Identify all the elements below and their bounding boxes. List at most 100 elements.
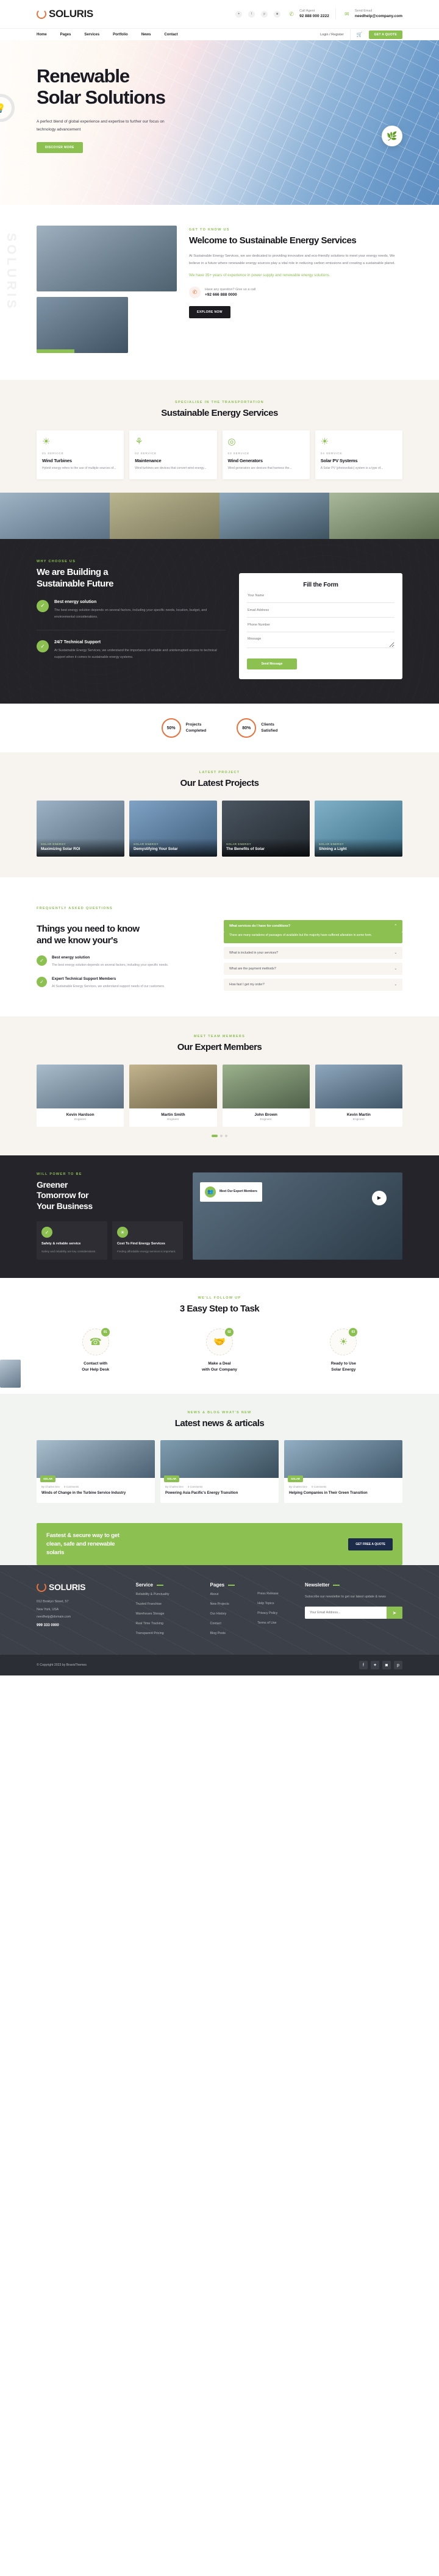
news-card[interactable]: SOLAR By Charles Dev 0 Comments Winds of… — [37, 1440, 155, 1504]
twitter-icon[interactable]: ✦ — [371, 1661, 379, 1670]
explore-now-button[interactable]: EXPLORE NOW — [189, 306, 230, 319]
instagram-icon[interactable]: ◙ — [382, 1661, 391, 1670]
member-name: John Brown — [254, 1112, 277, 1117]
footer-link[interactable]: Help Topics — [257, 1602, 294, 1607]
dot[interactable] — [225, 1134, 227, 1137]
nav-item-portfolio[interactable]: Portfolio — [113, 33, 128, 37]
footer-link[interactable]: Transparent Pricing — [136, 1632, 199, 1636]
login-register-link[interactable]: Login / Register — [320, 33, 344, 37]
meet-experts-badge[interactable]: 👥 Meet Our Expert Members — [200, 1182, 262, 1202]
project-card[interactable]: SOLAR ENERGY The Benefits of Solar — [222, 801, 310, 857]
email-input[interactable] — [247, 604, 394, 618]
nav-item-contact[interactable]: Contact — [164, 33, 177, 37]
nav-item-home[interactable]: Home — [37, 33, 47, 37]
footer-link[interactable]: Trusted Franchise — [136, 1602, 199, 1607]
name-input[interactable] — [247, 589, 394, 604]
news-card[interactable]: SOLAR By Charles Dev 0 Comments Powering… — [160, 1440, 279, 1504]
about-call-row[interactable]: ✆ Have any question? Give us a call +92 … — [189, 287, 402, 299]
team-member-card[interactable]: Martin Smith Engineer — [129, 1064, 217, 1127]
green-feature-card[interactable]: ☀ Cost To Find Energy Services Finding a… — [112, 1221, 183, 1260]
sun-icon: ☀ — [117, 1227, 128, 1238]
footer-link[interactable]: Press Release — [257, 1592, 294, 1597]
footer-email[interactable]: needhelp@domain.com — [37, 1613, 125, 1621]
vertical-brand-text: SOLURIS — [4, 233, 18, 312]
check-icon: ✓ — [37, 640, 49, 653]
team-member-card[interactable]: John Brown Engineer — [222, 1064, 310, 1127]
newsletter-email-input[interactable] — [305, 1607, 387, 1619]
play-icon[interactable]: ▶ — [372, 1190, 387, 1205]
step-line2: Solar Energy — [331, 1367, 356, 1372]
footer-link[interactable]: About — [210, 1593, 247, 1597]
chevron-down-icon: ⌄ — [394, 967, 397, 971]
cart-icon[interactable]: 🛒 — [357, 32, 363, 37]
wind-turbine-icon: ⚘ — [135, 436, 143, 447]
green-feature-card[interactable]: ✓ Safety & reliable service Safety and r… — [37, 1221, 107, 1260]
send-email-value: needhelp@company.com — [354, 14, 402, 19]
footer-link[interactable]: Reliability & Punctuality — [136, 1593, 199, 1597]
nav-item-news[interactable]: News — [141, 33, 151, 37]
envelope-icon: ✉ — [344, 10, 349, 17]
twitter-icon[interactable]: ✦ — [235, 10, 243, 18]
faq-highlight: ✓ Expert Technical Support Members At Su… — [37, 976, 210, 990]
footer-link[interactable]: Warehoues Storage — [136, 1612, 199, 1617]
project-title: Shining a Light — [319, 846, 347, 851]
service-text: Wind turbines are devices that convert w… — [135, 466, 207, 470]
service-text: Wind generators are devices that harness… — [227, 466, 292, 470]
phone-input[interactable] — [247, 618, 394, 633]
accent-bar — [37, 349, 74, 353]
footer-newsletter-heading: Newsletter — [305, 1582, 330, 1588]
about-title: Welcome to Sustainable Energy Services — [189, 235, 357, 246]
site-logo[interactable]: SOLURIS — [37, 8, 93, 20]
footer-phone[interactable]: 999 333 0000 — [37, 1624, 125, 1627]
faq-question-text: What is included in your services? — [229, 951, 279, 955]
footer-link[interactable]: Privacy Policy — [257, 1611, 294, 1616]
footer-link[interactable]: Real Time Tracking — [136, 1622, 199, 1627]
dot[interactable] — [220, 1134, 223, 1137]
check-icon: ✓ — [37, 599, 49, 612]
service-card[interactable]: ◎ 03 SERVICE Wind Generators Wind genera… — [222, 430, 310, 480]
send-icon[interactable]: ➤ — [387, 1607, 403, 1619]
news-card[interactable]: SOLAR By Charles Dev 0 Comments Helping … — [284, 1440, 402, 1504]
service-card[interactable]: ☀ 04 SERVICE Solar PV Systems A Solar PV… — [315, 430, 402, 480]
faq-question[interactable]: What are the payment methods? ⌄ — [224, 963, 402, 975]
discover-more-button[interactable]: DISCOVER MORE — [37, 142, 83, 154]
footer-link[interactable]: New Projects — [210, 1602, 247, 1607]
project-card[interactable]: SOLAR ENERGY Demystifying Your Solar — [129, 801, 217, 857]
nav-item-services[interactable]: Services — [84, 33, 99, 37]
call-agent-number: 92 888 000 2222 — [299, 14, 329, 19]
faq-question[interactable]: What services do I have for conditions? … — [224, 920, 402, 932]
project-card[interactable]: SOLAR ENERGY Maximizing Solar ROI — [37, 801, 124, 857]
pinterest-icon[interactable]: p — [261, 10, 268, 18]
facebook-icon[interactable]: f — [248, 10, 255, 18]
news-pill: SOLAR — [288, 1475, 304, 1483]
carousel-dots[interactable] — [37, 1134, 402, 1137]
send-message-button[interactable]: Send Message — [247, 658, 297, 670]
pinterest-icon[interactable]: p — [394, 1661, 402, 1670]
footer-link[interactable]: Terms of Use — [257, 1621, 294, 1626]
why-title-line2: Sustainable Future — [37, 579, 114, 589]
footer-link[interactable]: Contact — [210, 1622, 247, 1627]
service-card[interactable]: ☀ 01 SERVICE Wind Turbines Hybrid energy… — [37, 430, 124, 480]
facebook-icon[interactable]: f — [359, 1661, 368, 1670]
footer-link[interactable]: Our History — [210, 1612, 247, 1617]
nav-item-pages[interactable]: Pages — [60, 33, 71, 37]
divider — [349, 29, 351, 40]
get-free-quote-button[interactable]: GET FREE A QUOTE — [348, 1538, 393, 1550]
services-eyebrow: SPECIALISE IN THE TRANSPORTATION — [175, 401, 264, 404]
project-card[interactable]: SOLAR ENERGY Shining a Light — [315, 801, 402, 857]
faq-question[interactable]: What is included in your services? ⌄ — [224, 947, 402, 959]
instagram-icon[interactable]: ◙ — [274, 10, 281, 18]
send-email-block[interactable]: ✉ Send Email needhelp@company.com — [342, 9, 402, 20]
get-a-quote-button[interactable]: GET A QUOTE — [368, 30, 402, 39]
footer-link[interactable]: Blog Posts — [210, 1632, 247, 1636]
faq-question[interactable]: How fast I get my order? ⌄ — [224, 979, 402, 991]
footer-logo[interactable]: SOLURIS — [37, 1582, 125, 1593]
team-member-card[interactable]: Kevin Hardson Engineer — [37, 1064, 124, 1127]
message-input[interactable] — [247, 632, 394, 649]
call-agent-block[interactable]: ✆ Call Agent 92 888 000 2222 — [287, 9, 329, 20]
service-card[interactable]: ⚘ 02 SERVICE Maintenance Wind turbines a… — [129, 430, 217, 480]
news-author: By Charles Dev — [289, 1485, 307, 1489]
dot-active[interactable] — [212, 1134, 218, 1137]
service-number: 04 SERVICE — [320, 452, 343, 455]
team-member-card[interactable]: Kevin Martin Engineer — [315, 1064, 402, 1127]
